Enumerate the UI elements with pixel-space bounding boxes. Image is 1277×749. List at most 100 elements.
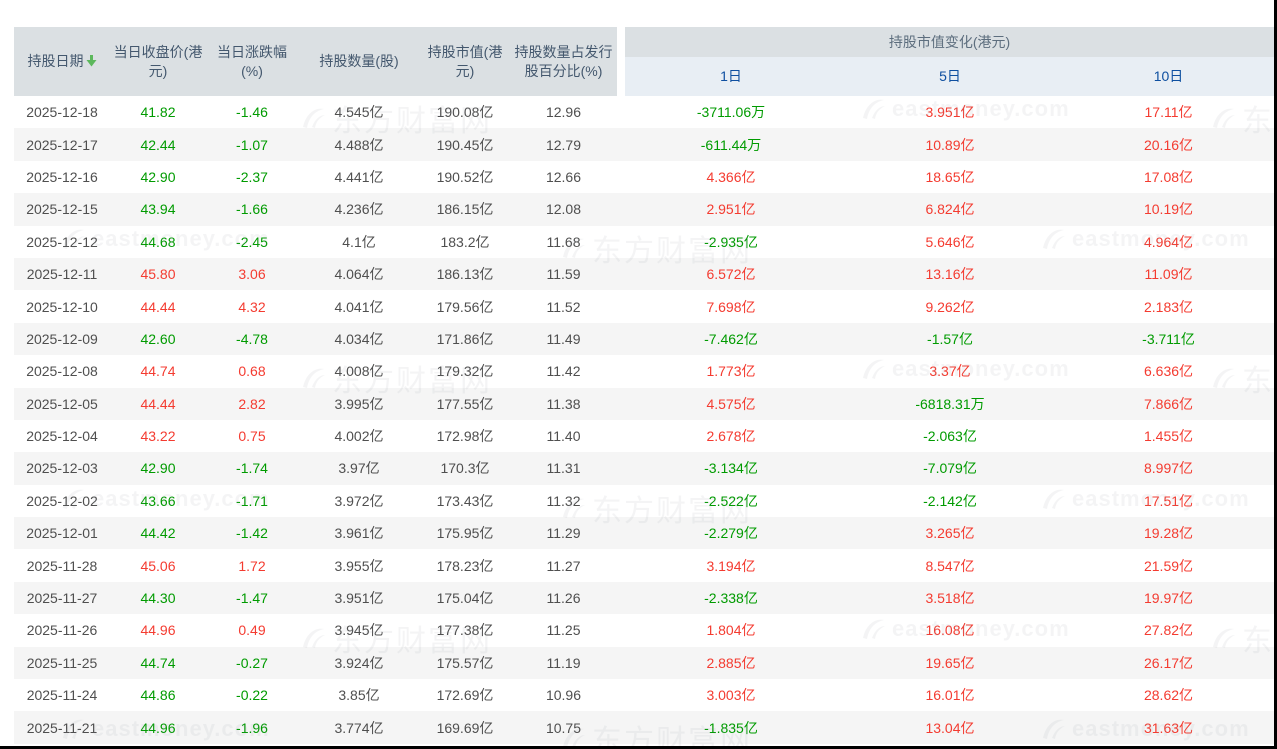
cell-close-price: 42.60 (110, 323, 206, 355)
cell-change-1day: -3.134亿 (625, 452, 837, 484)
cell-shares-held: 4.034亿 (298, 323, 420, 355)
cell-change-percent: -1.47 (206, 582, 298, 614)
cell-change-5day: -2.063亿 (837, 420, 1063, 452)
cell-percent-of-float: 12.79 (510, 128, 617, 160)
cell-change-10day: 21.59亿 (1063, 549, 1274, 581)
sort-descending-icon (86, 53, 97, 72)
cell-percent-of-float: 11.25 (510, 614, 617, 646)
cell-change-5day: 16.01亿 (837, 679, 1063, 711)
cell-market-value: 183.2亿 (420, 226, 510, 258)
cell-change-1day: 1.773亿 (625, 355, 837, 387)
cell-shares-held: 3.951亿 (298, 582, 420, 614)
cell-change-5day: 16.08亿 (837, 614, 1063, 646)
cell-change-percent: -1.42 (206, 517, 298, 549)
cell-date: 2025-12-03 (14, 452, 110, 484)
cell-gap-spacer (617, 161, 625, 193)
cell-change-10day: 8.997亿 (1063, 452, 1274, 484)
cell-close-price: 41.82 (110, 96, 206, 128)
cell-market-value: 175.95亿 (420, 517, 510, 549)
cell-percent-of-float: 11.68 (510, 226, 617, 258)
cell-close-price: 42.90 (110, 161, 206, 193)
cell-change-10day: -3.711亿 (1063, 323, 1274, 355)
cell-close-price: 44.44 (110, 290, 206, 322)
cell-percent-of-float: 12.08 (510, 193, 617, 225)
header-gap-spacer (617, 27, 625, 96)
cell-change-10day: 1.455亿 (1063, 420, 1274, 452)
cell-gap-spacer (617, 452, 625, 484)
cell-market-value: 186.15亿 (420, 193, 510, 225)
table-row: 2025-12-0844.740.684.008亿179.32亿11.421.7… (14, 355, 1274, 387)
cell-gap-spacer (617, 420, 625, 452)
cell-change-percent: 2.82 (206, 388, 298, 420)
cell-change-10day: 19.97亿 (1063, 582, 1274, 614)
cell-date: 2025-12-08 (14, 355, 110, 387)
cell-gap-spacer (617, 614, 625, 646)
cell-market-value: 169.69亿 (420, 711, 510, 743)
cell-gap-spacer (617, 128, 625, 160)
cell-gap-spacer (617, 290, 625, 322)
cell-market-value: 190.52亿 (420, 161, 510, 193)
column-header-5day: 5日 (837, 57, 1063, 96)
column-header-percent-of-float: 持股数量占发行股百分比(%) (510, 27, 617, 96)
cell-market-value: 170.3亿 (420, 452, 510, 484)
cell-change-10day: 10.19亿 (1063, 193, 1274, 225)
cell-shares-held: 4.236亿 (298, 193, 420, 225)
cell-close-price: 43.66 (110, 485, 206, 517)
cell-shares-held: 4.545亿 (298, 96, 420, 128)
cell-change-5day: 3.265亿 (837, 517, 1063, 549)
cell-change-5day: 18.65亿 (837, 161, 1063, 193)
cell-market-value: 175.57亿 (420, 647, 510, 679)
cell-shares-held: 3.85亿 (298, 679, 420, 711)
cell-date: 2025-11-24 (14, 679, 110, 711)
cell-change-percent: 3.06 (206, 258, 298, 290)
cell-shares-held: 3.945亿 (298, 614, 420, 646)
cell-change-percent: 4.32 (206, 290, 298, 322)
cell-change-10day: 7.866亿 (1063, 388, 1274, 420)
cell-market-value: 175.04亿 (420, 582, 510, 614)
cell-date: 2025-12-02 (14, 485, 110, 517)
table-row: 2025-11-2444.86-0.223.85亿172.69亿10.963.0… (14, 679, 1274, 711)
cell-change-10day: 17.51亿 (1063, 485, 1274, 517)
table-row: 2025-11-2845.061.723.955亿178.23亿11.273.1… (14, 549, 1274, 581)
cell-shares-held: 4.064亿 (298, 258, 420, 290)
cell-shares-held: 3.995亿 (298, 388, 420, 420)
cell-percent-of-float: 11.38 (510, 388, 617, 420)
cell-change-1day: -611.44万 (625, 128, 837, 160)
cell-change-percent: 0.75 (206, 420, 298, 452)
cell-market-value: 178.23亿 (420, 549, 510, 581)
table-row: 2025-12-1044.444.324.041亿179.56亿11.527.6… (14, 290, 1274, 322)
cell-change-10day: 4.964亿 (1063, 226, 1274, 258)
cell-percent-of-float: 11.59 (510, 258, 617, 290)
cell-close-price: 44.74 (110, 355, 206, 387)
cell-change-percent: 0.49 (206, 614, 298, 646)
cell-change-percent: -1.07 (206, 128, 298, 160)
cell-market-value: 172.69亿 (420, 679, 510, 711)
cell-change-percent: 0.68 (206, 355, 298, 387)
cell-shares-held: 4.002亿 (298, 420, 420, 452)
column-header-shares-held: 持股数量(股) (298, 27, 420, 96)
cell-change-1day: 3.003亿 (625, 679, 837, 711)
cell-change-percent: -0.27 (206, 647, 298, 679)
cell-close-price: 44.30 (110, 582, 206, 614)
column-header-date[interactable]: 持股日期 (14, 27, 110, 96)
column-header-change-percent: 当日涨跌幅(%) (206, 27, 298, 96)
cell-date: 2025-11-25 (14, 647, 110, 679)
cell-change-1day: -1.835亿 (625, 711, 837, 743)
cell-gap-spacer (617, 647, 625, 679)
cell-change-percent: -1.71 (206, 485, 298, 517)
cell-date: 2025-12-09 (14, 323, 110, 355)
cell-change-1day: -3711.06万 (625, 96, 837, 128)
cell-change-1day: -7.462亿 (625, 323, 837, 355)
cell-change-5day: -2.142亿 (837, 485, 1063, 517)
cell-change-5day: -6818.31万 (837, 388, 1063, 420)
cell-percent-of-float: 11.32 (510, 485, 617, 517)
cell-change-percent: -0.22 (206, 679, 298, 711)
cell-change-5day: 3.37亿 (837, 355, 1063, 387)
cell-change-1day: 3.194亿 (625, 549, 837, 581)
cell-shares-held: 4.008亿 (298, 355, 420, 387)
cell-date: 2025-11-21 (14, 711, 110, 743)
cell-close-price: 43.22 (110, 420, 206, 452)
holdings-table: 持股日期 当日收盘价(港元) 当日涨跌幅(%) 持股数量(股) 持股市值(港元)… (14, 27, 1274, 744)
column-header-close-price: 当日收盘价(港元) (110, 27, 206, 96)
cell-change-5day: 3.951亿 (837, 96, 1063, 128)
